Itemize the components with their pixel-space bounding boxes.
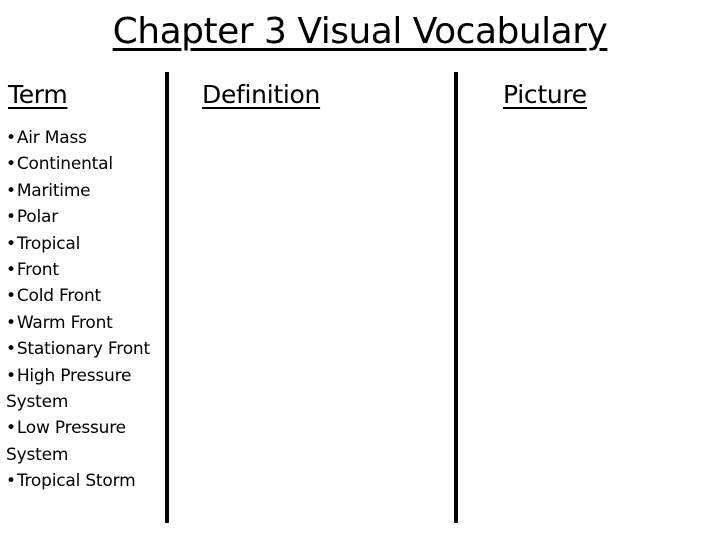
term-item: •Tropical Storm <box>6 468 164 494</box>
term-text: Air Mass <box>16 128 87 148</box>
bullet-icon: • <box>6 180 16 201</box>
term-item: •High Pressure System <box>6 363 164 416</box>
term-item: •Polar <box>6 204 164 230</box>
term-item: •Continental <box>6 151 164 177</box>
term-text: High Pressure System <box>6 365 132 413</box>
bullet-icon: • <box>6 365 16 386</box>
term-text: Tropical Storm <box>16 471 136 492</box>
term-item: •Cold Front <box>6 283 164 309</box>
term-item: •Tropical <box>6 231 164 257</box>
term-text: Continental <box>16 154 113 175</box>
bullet-icon: • <box>6 260 16 281</box>
term-text: Front <box>16 260 59 281</box>
term-text: Warm Front <box>16 312 113 333</box>
column-header-picture: Picture <box>503 80 587 109</box>
column-header-definition: Definition <box>202 80 321 109</box>
term-item: •Maritime <box>6 178 164 204</box>
term-text: Stationary Front <box>16 339 150 360</box>
term-text: Cold Front <box>16 286 102 307</box>
bullet-icon: • <box>6 418 16 439</box>
bullet-icon: • <box>6 471 16 492</box>
bullet-icon: • <box>6 207 16 228</box>
column-divider-right <box>454 72 458 523</box>
bullet-icon: • <box>6 339 16 360</box>
term-item: •Warm Front <box>6 310 164 336</box>
page-title: Chapter 3 Visual Vocabulary <box>112 11 608 52</box>
term-item: •Stationary Front <box>6 336 164 362</box>
term-text: Tropical <box>16 233 81 254</box>
term-text: Polar <box>16 207 59 228</box>
term-item: •Air Mass <box>6 125 164 151</box>
bullet-icon: • <box>6 154 16 175</box>
bullet-icon: • <box>6 233 16 254</box>
term-list: •Air Mass •Continental •Maritime •Polar … <box>6 125 164 495</box>
term-text: Maritime <box>16 180 91 201</box>
column-header-term: Term <box>8 80 68 109</box>
term-text: Low Pressure System <box>6 418 126 465</box>
bullet-icon: • <box>6 286 16 307</box>
bullet-icon: • <box>6 128 16 148</box>
column-divider-left <box>165 72 169 523</box>
term-item: •Low Pressure System <box>6 415 164 468</box>
term-item: •Front <box>6 257 164 283</box>
bullet-icon: • <box>6 312 16 333</box>
